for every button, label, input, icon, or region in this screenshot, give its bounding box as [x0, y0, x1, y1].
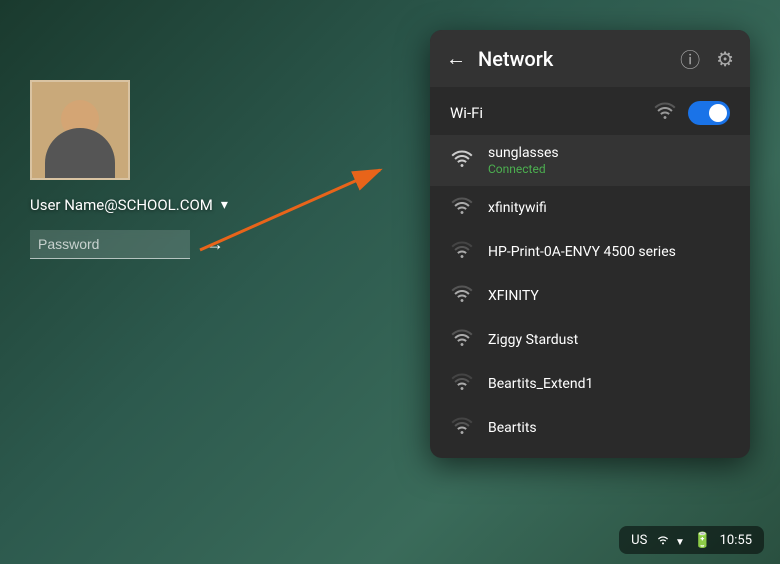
- taskbar-wifi-dropdown: ▼: [675, 537, 685, 548]
- toggle-knob: [709, 104, 727, 122]
- password-row: →: [30, 230, 232, 259]
- submit-button[interactable]: →: [198, 230, 232, 259]
- network-panel: ← Network ⓘ ⚙ Wi-Fi: [430, 30, 750, 458]
- taskbar: US ▼ 🔋 10:55: [619, 526, 764, 554]
- user-dropdown-icon[interactable]: ▾: [221, 197, 228, 213]
- network-info: Beartits: [488, 420, 537, 436]
- avatar: [30, 80, 130, 180]
- network-info: xfinitywifi: [488, 200, 547, 216]
- wifi-signal-icon: [450, 196, 474, 220]
- info-icon[interactable]: ⓘ: [680, 44, 700, 73]
- network-name: sunglasses: [488, 145, 559, 161]
- network-item[interactable]: xfinitywifi: [430, 186, 750, 230]
- network-info: HP-Print-0A-ENVY 4500 series: [488, 244, 676, 260]
- network-name: XFINITY: [488, 288, 539, 304]
- wifi-toggle[interactable]: [688, 101, 730, 125]
- password-input[interactable]: [30, 230, 190, 259]
- network-item[interactable]: Beartits: [430, 406, 750, 450]
- back-button[interactable]: ←: [446, 49, 466, 69]
- network-name: Beartits_Extend1: [488, 376, 593, 392]
- login-panel: User Name@SCHOOL.COM ▾ →: [30, 80, 232, 259]
- wifi-signal-icon: [450, 284, 474, 308]
- user-info: User Name@SCHOOL.COM ▾: [30, 196, 228, 214]
- network-name: Ziggy Stardust: [488, 332, 578, 348]
- network-item[interactable]: sunglasses Connected: [430, 135, 750, 186]
- taskbar-wifi-icon: ▼: [655, 531, 685, 549]
- panel-title: Network: [478, 47, 664, 71]
- network-item[interactable]: Ziggy Stardust: [430, 318, 750, 362]
- network-info: Ziggy Stardust: [488, 332, 578, 348]
- network-status-connected: Connected: [488, 162, 559, 176]
- network-info: Beartits_Extend1: [488, 376, 593, 392]
- wifi-controls: [654, 101, 730, 125]
- network-item[interactable]: Beartits_Extend1: [430, 362, 750, 406]
- network-name: Beartits: [488, 420, 537, 436]
- network-list: sunglasses Connected xfinitywifi: [430, 135, 750, 458]
- network-item[interactable]: XFINITY: [430, 274, 750, 318]
- network-name: xfinitywifi: [488, 200, 547, 216]
- avatar-figure: [32, 82, 128, 178]
- settings-icon[interactable]: ⚙: [716, 47, 734, 71]
- wifi-signal-icon: [450, 372, 474, 396]
- wifi-label: Wi-Fi: [450, 104, 483, 122]
- username-label: User Name@SCHOOL.COM: [30, 196, 213, 214]
- taskbar-time: 10:55: [720, 533, 752, 548]
- taskbar-locale: US: [631, 533, 647, 548]
- wifi-signal-icon: [450, 328, 474, 352]
- wifi-signal-icon: [450, 149, 474, 173]
- wifi-section-header: Wi-Fi: [430, 87, 750, 135]
- network-name: HP-Print-0A-ENVY 4500 series: [488, 244, 676, 260]
- panel-header: ← Network ⓘ ⚙: [430, 30, 750, 87]
- network-info: XFINITY: [488, 288, 539, 304]
- network-item[interactable]: HP-Print-0A-ENVY 4500 series: [430, 230, 750, 274]
- network-info: sunglasses Connected: [488, 145, 559, 176]
- wifi-signal-icon: [450, 240, 474, 264]
- wifi-signal-icon: [450, 416, 474, 440]
- taskbar-battery-icon: 🔋: [693, 531, 712, 549]
- wifi-signal-header-icon: [654, 102, 676, 125]
